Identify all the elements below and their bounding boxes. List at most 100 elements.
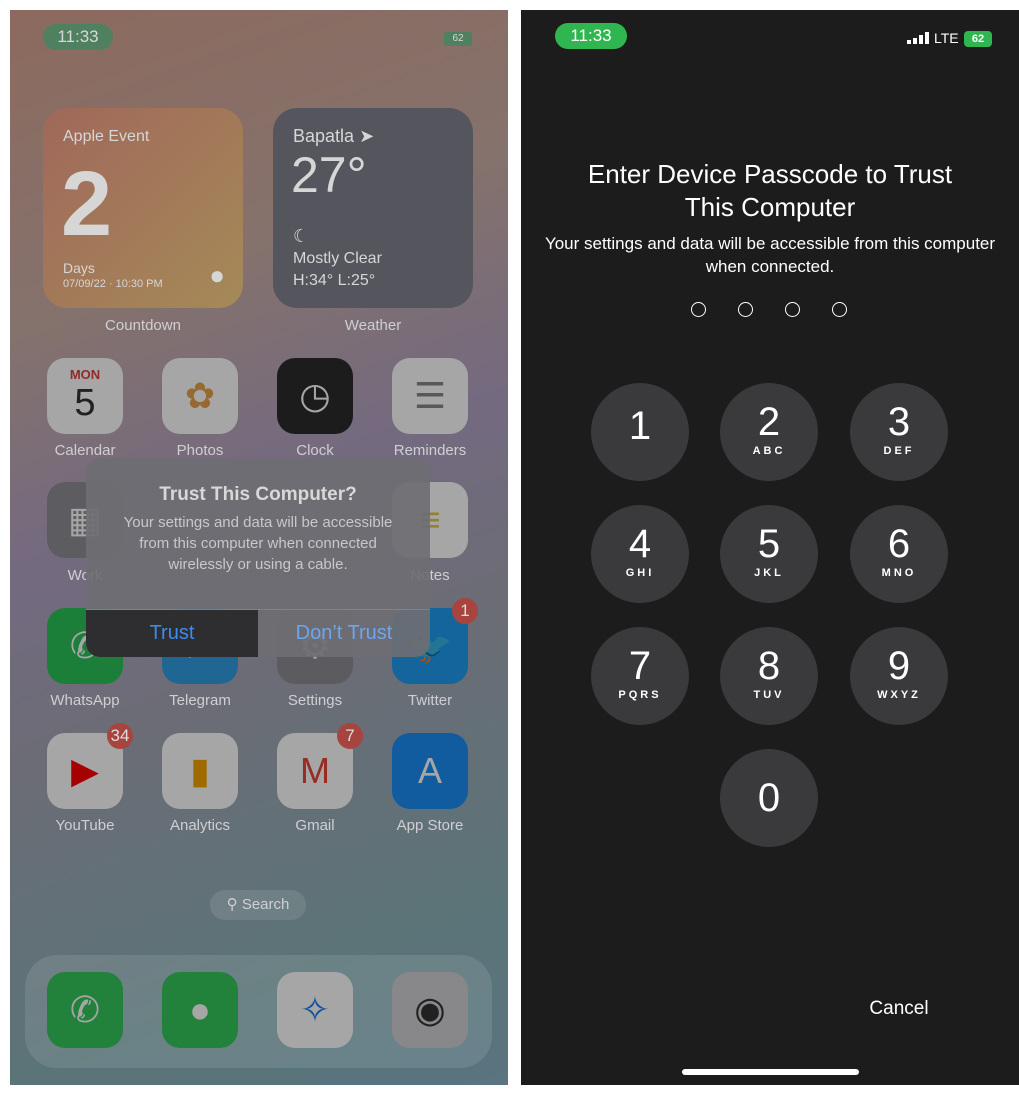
key-letters: MNO xyxy=(881,567,917,579)
app-photos[interactable]: ✿ xyxy=(162,358,238,434)
dock-messages[interactable]: ● xyxy=(162,972,238,1048)
app-label: Twitter xyxy=(407,692,453,709)
countdown-number: 2 xyxy=(61,153,113,255)
search-label: Search xyxy=(241,896,290,913)
camera-icon: ◉ xyxy=(414,989,446,1030)
passcode-title: Enter Device Passcode to Trust This Comp… xyxy=(587,159,953,222)
app-label: Clock xyxy=(296,442,334,459)
dock-camera[interactable]: ◉ xyxy=(392,972,468,1048)
photos-icon: ✿ xyxy=(184,375,216,416)
key-digit: 7 xyxy=(628,644,652,688)
keypad-key-3[interactable]: 3 DEF xyxy=(850,383,948,481)
notification-badge: 7 xyxy=(337,723,363,749)
status-time: 11:33 xyxy=(555,23,627,49)
app-label: Photos xyxy=(176,442,224,459)
battery-indicator: 62 xyxy=(964,31,992,47)
calendar-day: MON xyxy=(69,367,101,382)
weather-range: H:34° L:25° xyxy=(293,272,376,289)
app-label: YouTube xyxy=(55,817,115,834)
app-label: WhatsApp xyxy=(50,692,120,709)
app-label: Reminders xyxy=(393,442,467,459)
trust-button[interactable]: Trust xyxy=(86,610,258,657)
status-time: 11:33 xyxy=(43,24,113,50)
keypad-key-4[interactable]: 4 GHI xyxy=(591,505,689,603)
keypad-key-2[interactable]: 2 ABC xyxy=(720,383,818,481)
alert-title: Trust This Computer? xyxy=(159,484,357,505)
key-letters: JKL xyxy=(754,567,784,579)
key-digit: 4 xyxy=(628,522,652,566)
phone-icon: ✆ xyxy=(69,989,101,1030)
key-digit: 6 xyxy=(887,522,911,566)
home-indicator[interactable] xyxy=(682,1069,859,1075)
weather-temp: 27° xyxy=(291,147,367,203)
countdown-widget[interactable]: Apple Event 2 Days 07/09/22 · 10:30 PM ● xyxy=(43,108,243,308)
search-icon: ⚲ xyxy=(226,896,238,913)
keypad-key-6[interactable]: 6 MNO xyxy=(850,505,948,603)
home-screen: 11:33 62 Apple Event 2 Days 07/09/22 · 1… xyxy=(10,10,508,1085)
keypad-key-0[interactable]: 0 xyxy=(720,749,818,847)
safari-icon: ✧ xyxy=(299,989,331,1030)
key-digit: 5 xyxy=(757,522,781,566)
app-label: Settings xyxy=(287,692,343,709)
signal-icon xyxy=(907,32,929,44)
passcode-screen: 11:33 LTE 62 Enter Device Passcode to Tr… xyxy=(521,10,1019,1085)
app-calendar[interactable]: MON 5 xyxy=(47,358,123,434)
alert-message: Your settings and data will be accessibl… xyxy=(123,514,393,573)
key-digit: 9 xyxy=(887,644,911,688)
key-digit: 3 xyxy=(887,400,911,444)
weather-widget[interactable]: Bapatla ➤ 27° ☾ Mostly Clear H:34° L:25° xyxy=(273,108,473,308)
app-label: Gmail xyxy=(295,817,335,834)
passcode-dot xyxy=(785,302,800,317)
key-letters: WXYZ xyxy=(877,689,921,701)
app-label: Calendar xyxy=(54,442,116,459)
passcode-subtitle: Your settings and data will be accessibl… xyxy=(544,234,996,276)
widget-label: Countdown xyxy=(105,317,181,334)
notification-badge: 34 xyxy=(107,723,133,749)
analytics-icon: ▮ xyxy=(190,750,210,791)
keypad-key-5[interactable]: 5 JKL xyxy=(720,505,818,603)
weather-condition: Mostly Clear xyxy=(293,250,382,267)
app-app-store[interactable]: A xyxy=(392,733,468,809)
key-digit: 8 xyxy=(757,644,781,688)
keypad-key-1[interactable]: 1 xyxy=(591,383,689,481)
key-letters: ABC xyxy=(752,445,786,457)
key-digit: 1 xyxy=(628,404,652,448)
weather-city-text: Bapatla xyxy=(293,126,355,146)
app-label: App Store xyxy=(396,817,464,834)
notification-badge: 1 xyxy=(452,598,478,624)
app-reminders[interactable]: ☰ xyxy=(392,358,468,434)
search-button[interactable]: ⚲ Search xyxy=(210,890,306,920)
app-clock[interactable]: ◷ xyxy=(277,358,353,434)
calendar-date: 5 xyxy=(74,382,96,424)
network-type: LTE xyxy=(934,30,959,46)
trust-alert: Trust This Computer? Your settings and d… xyxy=(86,458,430,657)
cancel-button[interactable]: Cancel xyxy=(851,998,947,1020)
moon-icon: ☾ xyxy=(293,226,310,246)
app-store-icon: A xyxy=(417,750,442,791)
dock-safari[interactable]: ✧ xyxy=(277,972,353,1048)
keypad-key-8[interactable]: 8 TUV xyxy=(720,627,818,725)
passcode-dot xyxy=(738,302,753,317)
key-letters: DEF xyxy=(883,445,915,457)
key-digit: 0 xyxy=(757,776,781,820)
countdown-unit: Days xyxy=(63,260,95,276)
passcode-dot xyxy=(691,302,706,317)
passcode-dot xyxy=(832,302,847,317)
calendar-icon: MON 5 xyxy=(47,358,123,434)
app-label: Analytics xyxy=(169,817,231,834)
clock-icon: ◷ xyxy=(299,375,331,416)
key-digit: 2 xyxy=(757,400,781,444)
keypad-key-9[interactable]: 9 WXYZ xyxy=(850,627,948,725)
weather-city: Bapatla ➤ xyxy=(293,126,374,147)
apple-logo-icon: ● xyxy=(209,260,225,290)
reminders-icon: ☰ xyxy=(413,375,447,416)
key-letters: PQRS xyxy=(618,689,662,701)
app-analytics[interactable]: ▮ xyxy=(162,733,238,809)
battery-indicator: 62 xyxy=(444,32,472,46)
keypad-key-7[interactable]: 7 PQRS xyxy=(591,627,689,725)
dock-phone[interactable]: ✆ xyxy=(47,972,123,1048)
dont-trust-button[interactable]: Don’t Trust xyxy=(258,610,430,657)
key-letters: TUV xyxy=(753,689,785,701)
countdown-title: Apple Event xyxy=(63,128,150,145)
messages-icon: ● xyxy=(189,989,211,1030)
